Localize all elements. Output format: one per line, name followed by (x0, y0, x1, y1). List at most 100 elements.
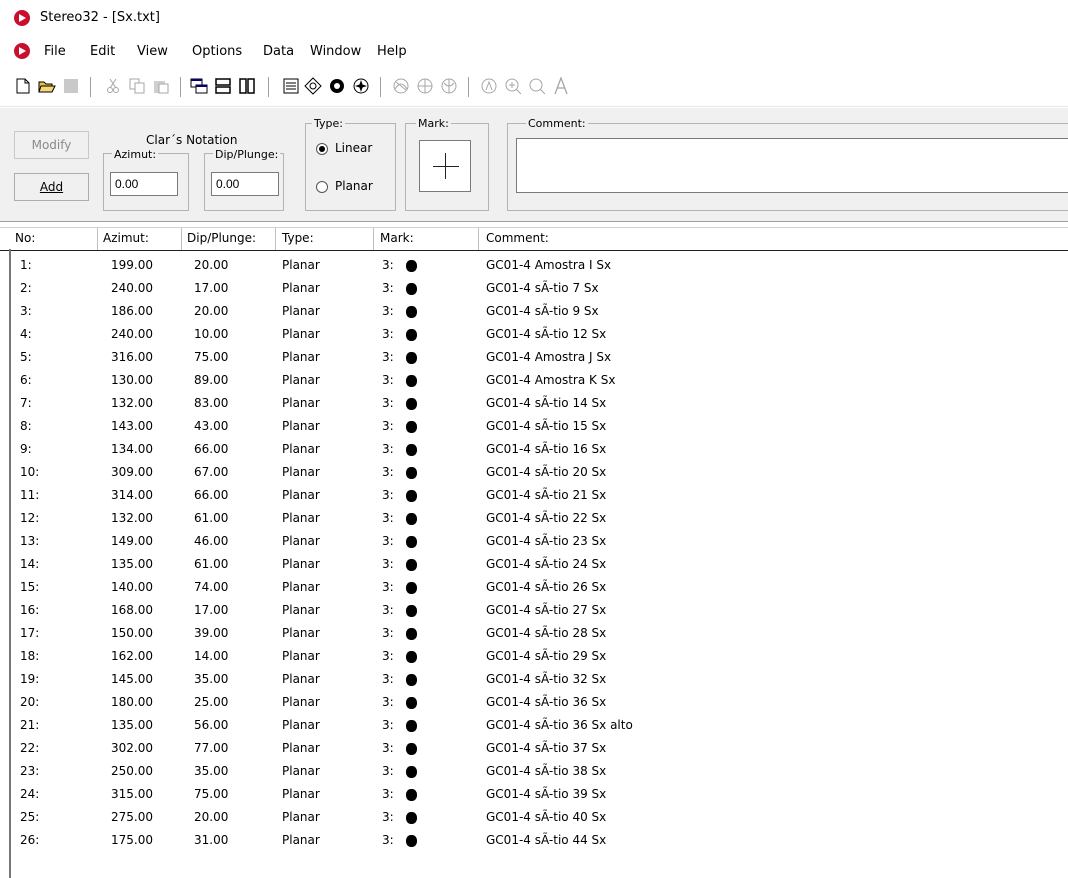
linear-radio-label[interactable]: Linear (335, 141, 372, 155)
table-row[interactable]: 9: 134.00 66.00 Planar 3: GC01-4 sÃ-tio 16 Sx (0, 438, 1068, 461)
paste-icon[interactable] (152, 77, 170, 95)
column-header-comment[interactable]: Comment: (486, 231, 549, 245)
table-row[interactable]: 17: 150.00 39.00 Planar 3: GC01-4 sÃ-tio 28 S… (0, 622, 1068, 645)
table-row[interactable]: 19: 145.00 35.00 Planar 3: GC01-4 sÃ-tio 32 S… (0, 668, 1068, 691)
cut-icon[interactable] (104, 77, 122, 95)
row-number: 6: (20, 373, 32, 387)
type-value: Planar (282, 833, 320, 847)
table-row[interactable]: 15: 140.00 74.00 Planar 3: GC01-4 sÃ-tio 26 S… (0, 576, 1068, 599)
type-value: Planar (282, 764, 320, 778)
menu-edit[interactable]: Edit (90, 44, 115, 59)
dip-plunge-value: 35.00 (194, 764, 229, 778)
table-row[interactable]: 14: 135.00 61.00 Planar 3: GC01-4 sÃ-tio 24 S… (0, 553, 1068, 576)
save-icon[interactable] (62, 77, 80, 95)
table-row[interactable]: 12: 132.00 61.00 Planar 3: GC01-4 sÃ-tio 22 S… (0, 507, 1068, 530)
add-button[interactable]: Add (14, 173, 89, 201)
row-number: 16: (20, 603, 40, 617)
menu-view[interactable]: View (137, 44, 168, 59)
type-value: Planar (282, 649, 320, 663)
table-row[interactable]: 4: 240.00 10.00 Planar 3: GC01-4 sÃ-tio 12 Sx (0, 323, 1068, 346)
table-row[interactable]: 24: 315.00 75.00 Planar 3: GC01-4 sÃ-tio 39 S… (0, 783, 1068, 806)
type-value: Planar (282, 810, 320, 824)
contour-plot-icon[interactable] (352, 77, 370, 95)
menu-file[interactable]: File (44, 44, 66, 59)
document-menu-icon[interactable] (14, 43, 30, 59)
table-row[interactable]: 20: 180.00 25.00 Planar 3: GC01-4 sÃ-tio 36 S… (0, 691, 1068, 714)
column-divider[interactable] (478, 228, 479, 250)
tile-horizontal-icon[interactable] (214, 77, 232, 95)
mark-value: 3: (382, 718, 394, 732)
data-list-icon[interactable] (282, 77, 300, 95)
table-row[interactable]: 18: 162.00 14.00 Planar 3: GC01-4 sÃ-tio 29 S… (0, 645, 1068, 668)
toolbar-separator (90, 77, 91, 97)
table-row[interactable]: 6: 130.00 89.00 Planar 3: GC01-4 Amostra K Sx (0, 369, 1068, 392)
table-row[interactable]: 10: 309.00 67.00 Planar 3: GC01-4 sÃ-tio 20 S… (0, 461, 1068, 484)
rose-diagram-icon[interactable] (328, 77, 346, 95)
mark-value: 3: (382, 511, 394, 525)
text-annotation-icon[interactable] (552, 77, 570, 95)
table-row[interactable]: 23: 250.00 35.00 Planar 3: GC01-4 sÃ-tio 38 S… (0, 760, 1068, 783)
app-logo-icon[interactable] (14, 10, 30, 26)
column-header-azimut[interactable]: Azimut: (103, 231, 149, 245)
menu-help[interactable]: Help (377, 44, 407, 59)
zoom-icon[interactable] (528, 77, 546, 95)
comment-value: GC01-4 sÃ-tio 36 Sx (486, 695, 607, 709)
dip-plunge-value: 75.00 (194, 350, 229, 364)
mark-selector-button[interactable] (419, 140, 471, 192)
azimut-input[interactable] (110, 172, 178, 196)
dip-plunge-value: 67.00 (194, 465, 229, 479)
great-circles-icon[interactable] (392, 77, 410, 95)
stereonet-projection-icon[interactable] (304, 77, 322, 95)
planar-radio[interactable] (316, 181, 328, 193)
comment-value: GC01-4 sÃ-tio 14 Sx (486, 396, 607, 410)
table-row[interactable]: 25: 275.00 20.00 Planar 3: GC01-4 sÃ-tio 40 S… (0, 806, 1068, 829)
mark-value: 3: (382, 787, 394, 801)
column-divider[interactable] (275, 228, 276, 250)
table-row[interactable]: 13: 149.00 46.00 Planar 3: GC01-4 sÃ-tio 23 S… (0, 530, 1068, 553)
row-number: 12: (20, 511, 40, 525)
column-header-dip-plunge[interactable]: Dip/Plunge: (187, 231, 256, 245)
comment-input[interactable] (516, 138, 1068, 193)
column-header-mark[interactable]: Mark: (380, 231, 414, 245)
table-row[interactable]: 22: 302.00 77.00 Planar 3: GC01-4 sÃ-tio 37 S… (0, 737, 1068, 760)
comment-value: GC01-4 sÃ-tio 39 Sx (486, 787, 607, 801)
column-divider[interactable] (181, 228, 182, 250)
zoom-in-icon[interactable] (504, 77, 522, 95)
type-value: Planar (282, 741, 320, 755)
column-divider[interactable] (97, 228, 98, 250)
tile-vertical-icon[interactable] (238, 77, 256, 95)
menu-data[interactable]: Data (263, 44, 294, 59)
density-plot-icon[interactable] (440, 77, 458, 95)
modify-button[interactable]: Modify (14, 131, 89, 159)
mark-symbol-icon (406, 329, 417, 341)
table-row[interactable]: 26: 175.00 31.00 Planar 3: GC01-4 sÃ-tio 44 S… (0, 829, 1068, 852)
table-row[interactable]: 21: 135.00 56.00 Planar 3: GC01-4 sÃ-tio 36 S… (0, 714, 1068, 737)
table-row[interactable]: 1: 199.00 20.00 Planar 3: GC01-4 Amostra I Sx (0, 254, 1068, 277)
rotate-icon[interactable] (480, 77, 498, 95)
table-row[interactable]: 7: 132.00 83.00 Planar 3: GC01-4 sÃ-tio 14 Sx (0, 392, 1068, 415)
poles-plot-icon[interactable] (416, 77, 434, 95)
menu-window[interactable]: Window (310, 44, 361, 59)
table-row[interactable]: 8: 143.00 43.00 Planar 3: GC01-4 sÃ-tio 15 Sx (0, 415, 1068, 438)
planar-radio-label[interactable]: Planar (335, 179, 373, 193)
column-divider[interactable] (373, 228, 374, 250)
table-row[interactable]: 3: 186.00 20.00 Planar 3: GC01-4 sÃ-tio 9 Sx (0, 300, 1068, 323)
table-row[interactable]: 16: 168.00 17.00 Planar 3: GC01-4 sÃ-tio 27 S… (0, 599, 1068, 622)
new-file-icon[interactable] (14, 77, 32, 95)
azimut-value: 145.00 (111, 672, 153, 686)
menu-options[interactable]: Options (192, 44, 242, 59)
linear-radio[interactable] (316, 143, 328, 155)
column-header-no[interactable]: No: (15, 231, 35, 245)
table-row[interactable]: 2: 240.00 17.00 Planar 3: GC01-4 sÃ-tio 7 Sx (0, 277, 1068, 300)
copy-icon[interactable] (128, 77, 146, 95)
open-folder-icon[interactable] (38, 77, 56, 95)
azimut-value: 168.00 (111, 603, 153, 617)
column-header-type[interactable]: Type: (282, 231, 314, 245)
cascade-windows-icon[interactable] (190, 77, 208, 95)
table-row[interactable]: 5: 316.00 75.00 Planar 3: GC01-4 Amostra J Sx (0, 346, 1068, 369)
dip-plunge-input[interactable] (211, 172, 279, 196)
mark-value: 3: (382, 672, 394, 686)
table-row[interactable]: 11: 314.00 66.00 Planar 3: GC01-4 sÃ-tio 21 S… (0, 484, 1068, 507)
row-number: 13: (20, 534, 40, 548)
comment-value: GC01-4 sÃ-tio 16 Sx (486, 442, 607, 456)
